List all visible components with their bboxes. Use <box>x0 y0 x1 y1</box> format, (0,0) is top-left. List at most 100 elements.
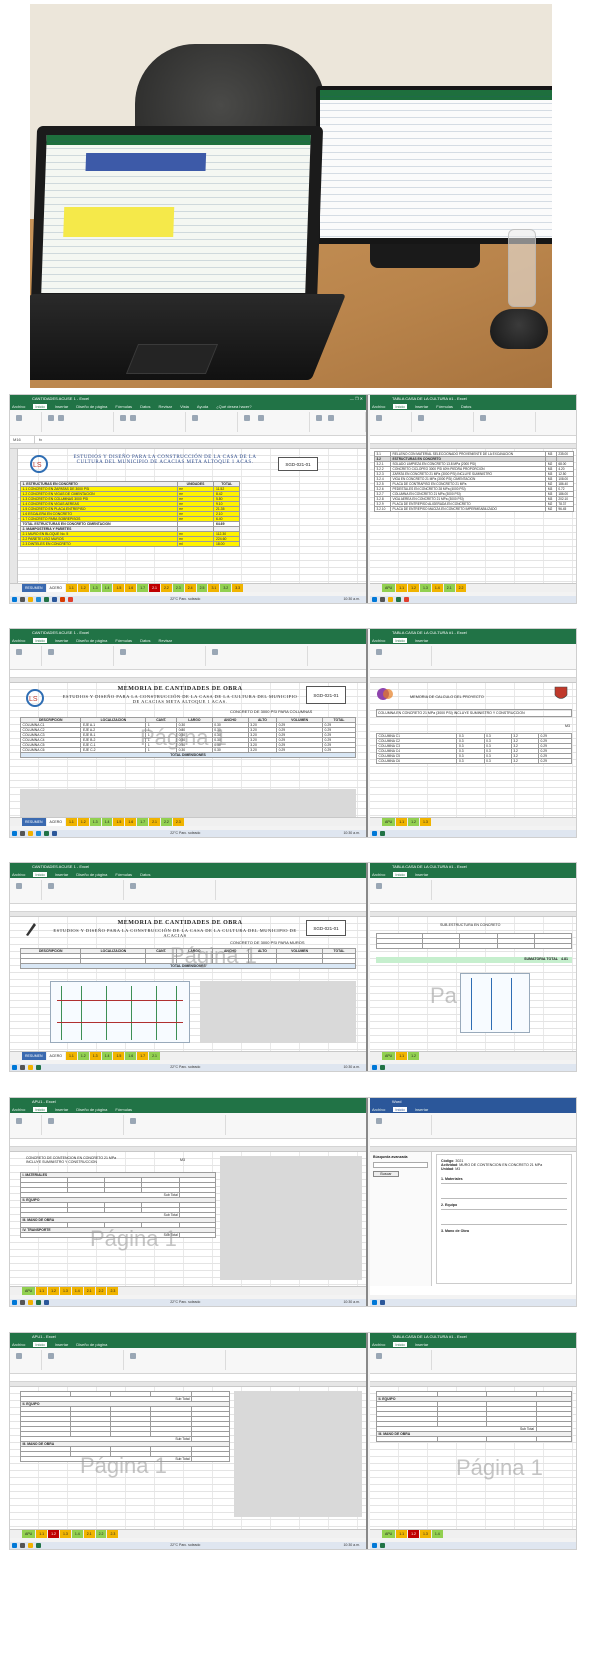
number-format-icon[interactable] <box>192 415 198 421</box>
word-icon[interactable] <box>51 831 57 836</box>
windows-start-icon[interactable] <box>371 831 377 836</box>
tab-inicio[interactable]: Inicio <box>33 404 47 409</box>
search-input[interactable] <box>373 1162 428 1168</box>
align-icon[interactable] <box>130 883 136 889</box>
sheet-tab[interactable]: 1.7 <box>137 584 149 592</box>
excel-icon[interactable] <box>35 1065 41 1070</box>
excel-icon[interactable] <box>379 831 385 836</box>
name-box[interactable]: M16 <box>13 436 35 444</box>
paste-icon[interactable] <box>376 649 382 655</box>
sheet-tab[interactable]: 2.1 <box>149 584 160 592</box>
table-row[interactable]: COLUMNA C6 0.3 0.3 3.2 0.29 <box>375 758 573 764</box>
file-explorer-icon[interactable] <box>27 1065 33 1070</box>
table-row[interactable] <box>376 1436 573 1442</box>
search-button[interactable]: Buscar <box>373 1171 399 1177</box>
windows-start-icon[interactable] <box>371 1543 377 1548</box>
font-icon[interactable] <box>418 415 424 421</box>
search-icon[interactable] <box>19 831 25 836</box>
edge-icon[interactable] <box>35 831 41 836</box>
word-icon[interactable] <box>51 597 57 602</box>
paste-icon[interactable] <box>376 1118 382 1124</box>
sheet-tab[interactable]: 3.1 <box>208 584 220 592</box>
align-icon[interactable] <box>120 649 126 655</box>
edge-icon[interactable] <box>35 597 41 602</box>
windows-start-icon[interactable] <box>11 1065 17 1070</box>
paste-icon[interactable] <box>376 883 382 889</box>
font-icon[interactable] <box>48 415 54 421</box>
insert-cells-icon[interactable] <box>316 415 322 421</box>
file-explorer-icon[interactable] <box>27 831 33 836</box>
styles-icon[interactable] <box>212 649 218 655</box>
formula-bar[interactable]: M16 fx <box>10 436 366 444</box>
windows-start-icon[interactable] <box>371 1065 377 1070</box>
sheet-tab[interactable]: RESUMEN <box>22 584 46 592</box>
paste-icon[interactable] <box>16 883 22 889</box>
conditional-format-icon[interactable] <box>244 415 250 421</box>
sheet-tab[interactable]: 1.3 <box>89 584 101 592</box>
acrobat-icon[interactable] <box>67 597 73 602</box>
total-row[interactable]: TOTAL DIMENSIONES <box>20 752 356 758</box>
table-row[interactable]: 3.2.10 PLACA DE ENTREPISO MACIZA EN CONCR… <box>373 506 575 512</box>
windows-start-icon[interactable] <box>371 597 377 602</box>
align-icon[interactable] <box>130 1118 136 1124</box>
excel-icon[interactable] <box>43 597 49 602</box>
excel-icon[interactable] <box>35 1300 41 1305</box>
acrobat-icon[interactable] <box>403 597 409 602</box>
sheet-tab[interactable]: 3.2 <box>220 584 232 592</box>
search-icon[interactable] <box>19 1300 25 1305</box>
windows-start-icon[interactable] <box>11 597 17 602</box>
sheet-tab[interactable]: 1.5 <box>113 584 125 592</box>
search-icon[interactable] <box>19 1543 25 1548</box>
sheet-tab[interactable]: 1.6 <box>125 584 137 592</box>
paste-icon[interactable] <box>16 1353 22 1359</box>
align-icon[interactable] <box>130 1353 136 1359</box>
windows-start-icon[interactable] <box>11 1300 17 1305</box>
align-icon[interactable] <box>120 415 126 421</box>
weather-widget[interactable]: 22°C Parc. soleado <box>170 596 200 603</box>
font-icon[interactable] <box>48 649 54 655</box>
sheet-tab[interactable]: 3.3 <box>232 584 244 592</box>
clock[interactable]: 10:30 a.m. <box>343 596 360 603</box>
formula-bar[interactable] <box>10 670 366 678</box>
windows-start-icon[interactable] <box>11 831 17 836</box>
bold-icon[interactable] <box>58 415 64 421</box>
word-icon[interactable] <box>43 1300 49 1305</box>
file-explorer-icon[interactable] <box>27 1543 33 1548</box>
sort-filter-icon[interactable] <box>328 415 334 421</box>
tell-me-box[interactable]: ¿Qué desea hacer? <box>216 404 251 409</box>
window-controls[interactable]: — ❐ ✕ <box>350 395 363 403</box>
sheet-tab[interactable]: 1.1 <box>65 584 77 592</box>
font-icon[interactable] <box>48 883 54 889</box>
file-explorer-icon[interactable] <box>387 597 393 602</box>
search-icon[interactable] <box>379 597 385 602</box>
tab-datos[interactable]: Datos <box>140 404 150 409</box>
paste-icon[interactable] <box>376 1353 382 1359</box>
tab-ayuda[interactable]: Ayuda <box>197 404 208 409</box>
formula-bar[interactable] <box>370 436 576 444</box>
paste-icon[interactable] <box>16 415 22 421</box>
windows-start-icon[interactable] <box>371 1300 377 1305</box>
windows-start-icon[interactable] <box>11 1543 17 1548</box>
search-icon[interactable] <box>19 1065 25 1070</box>
excel-icon[interactable] <box>379 1543 385 1548</box>
table-row[interactable] <box>375 943 573 949</box>
paste-icon[interactable] <box>376 415 382 421</box>
tab-archivo[interactable]: Archivo <box>12 404 25 409</box>
excel-icon[interactable] <box>395 597 401 602</box>
tab-formulas[interactable]: Fórmulas <box>115 404 132 409</box>
sheet-tab[interactable]: 1.2 <box>77 584 89 592</box>
sheet-tab[interactable]: ACERO <box>46 584 65 592</box>
paste-icon[interactable] <box>16 649 22 655</box>
align-icon[interactable] <box>480 415 486 421</box>
paste-icon[interactable] <box>16 1118 22 1124</box>
excel-icon[interactable] <box>379 1065 385 1070</box>
font-icon[interactable] <box>48 1353 54 1359</box>
powerpoint-icon[interactable] <box>59 597 65 602</box>
sheet-tab[interactable]: 1.4 <box>101 584 113 592</box>
file-explorer-icon[interactable] <box>27 597 33 602</box>
word-icon[interactable] <box>379 1300 385 1305</box>
wrap-icon[interactable] <box>130 415 136 421</box>
file-explorer-icon[interactable] <box>27 1300 33 1305</box>
sheet-tab[interactable]: 2.5 <box>196 584 208 592</box>
sheet-tab[interactable]: 2.3 <box>172 584 184 592</box>
